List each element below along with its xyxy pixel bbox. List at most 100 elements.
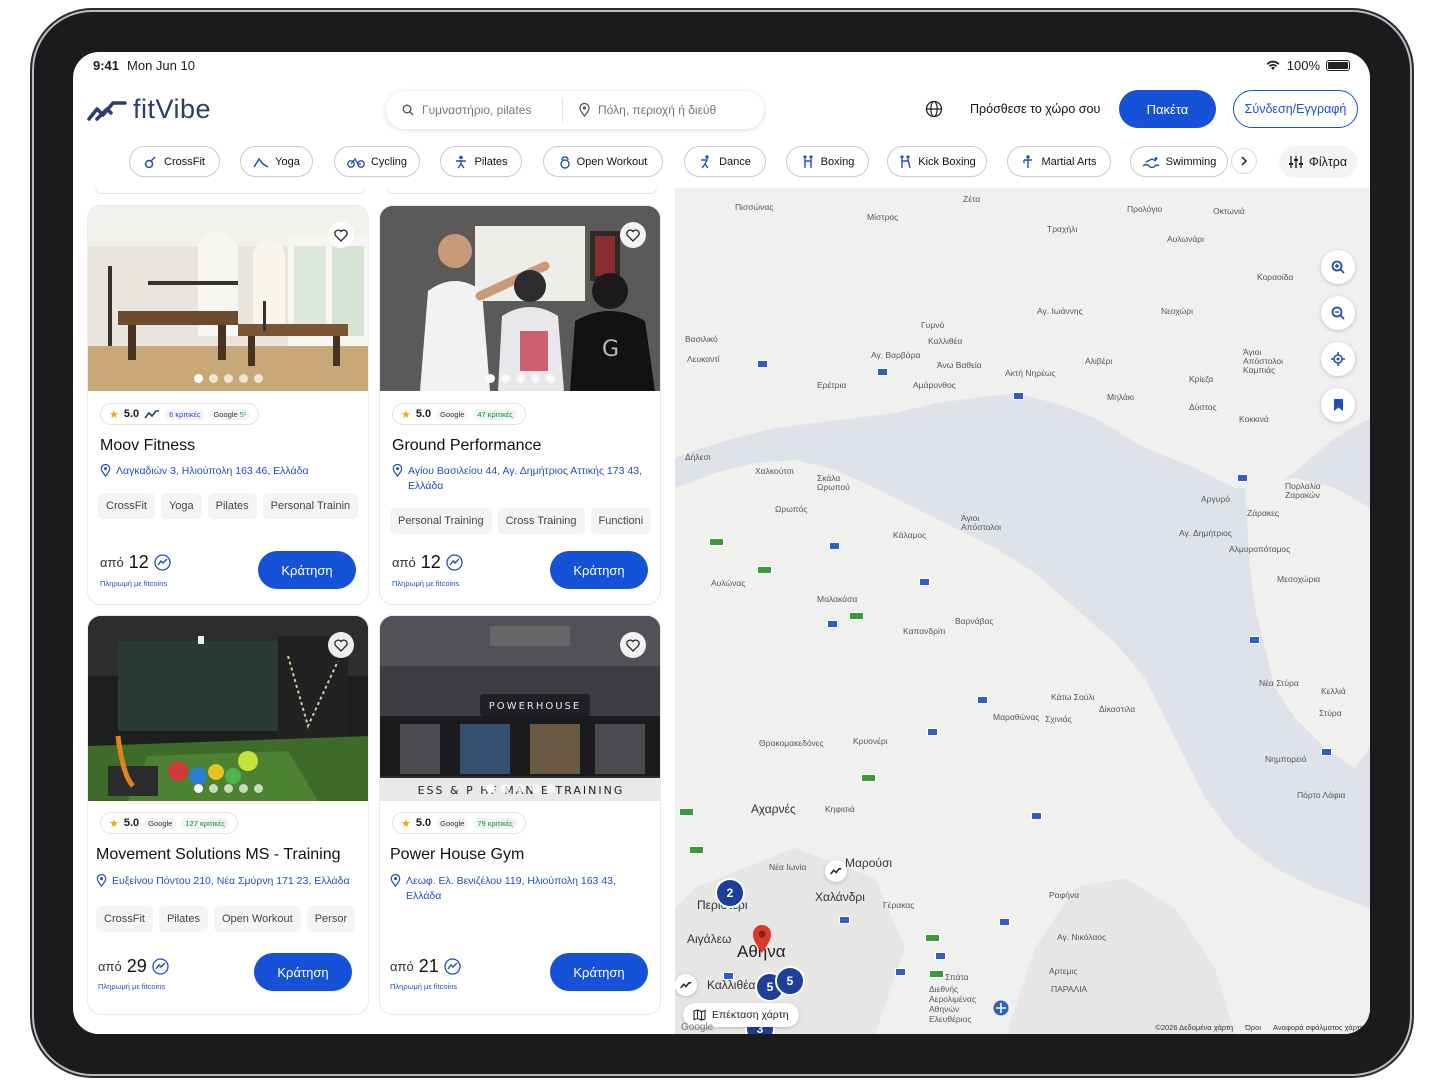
- listing-card[interactable]: ★ 5.0 Google 127 κριτικές Movement Solut…: [87, 615, 369, 1015]
- category-chip-crossfit[interactable]: CrossFit: [129, 146, 220, 177]
- logo[interactable]: fitVibe: [87, 94, 211, 125]
- listing-card[interactable]: G ★ 5.0 Google 47 κριτικές Ground Perfor…: [379, 205, 661, 605]
- categories-next-button[interactable]: [1231, 148, 1257, 174]
- photo-pagination[interactable]: [380, 374, 660, 383]
- location-pin-icon: [390, 874, 401, 887]
- google-label: Google: [213, 409, 238, 419]
- category-chip-open-workout[interactable]: Open Workout: [543, 146, 663, 177]
- category-label: Yoga: [275, 155, 300, 168]
- packages-button[interactable]: Πακέτα: [1119, 90, 1216, 128]
- category-chip-yoga[interactable]: Yoga: [240, 146, 313, 177]
- book-button[interactable]: Κράτηση: [550, 551, 648, 589]
- search-bar: [386, 91, 764, 129]
- my-location-button[interactable]: [1321, 342, 1355, 376]
- reviews-count: 47 κριτικές: [473, 408, 517, 420]
- rating-badge: ★ 5.0 Google 127 κριτικές: [100, 812, 238, 834]
- gym-search[interactable]: [386, 98, 563, 122]
- map-view[interactable]: Πισσώνας Μίστρος Ζέτα Προλόγιο Οκτωνιά Τ…: [675, 188, 1370, 1034]
- map-label: Βασιλικό: [685, 334, 718, 344]
- map-fitvibe-pin[interactable]: [675, 974, 697, 996]
- photo-pagination[interactable]: [88, 784, 368, 793]
- road-shield: [679, 808, 694, 816]
- favorite-button[interactable]: [328, 222, 354, 248]
- listings-panel: ★ 5.0 6 κριτικές Google 5¹ Moov Fitness …: [73, 188, 675, 1034]
- category-chip-kick-boxing[interactable]: Kick Boxing: [887, 146, 987, 177]
- listing-title[interactable]: Ground Performance: [392, 437, 541, 455]
- listing-address: Λαγκαδιών 3, Ηλιούπολη 163 46, Ελλάδα: [100, 464, 358, 479]
- map-terms-link[interactable]: Όροι: [1245, 1023, 1261, 1032]
- add-space-link[interactable]: Πρόσθεσε το χώρο σου: [970, 102, 1100, 116]
- zoom-in-button[interactable]: [1321, 250, 1355, 284]
- zoom-out-button[interactable]: [1321, 296, 1355, 330]
- rating-badge: ★ 5.0 Google 47 κριτικές: [392, 403, 526, 425]
- map-label: Διεθνής Αερολιμένας Αθηνών Ελευθέριος: [929, 984, 976, 1024]
- saved-places-button[interactable]: [1321, 388, 1355, 422]
- category-chip-pilates[interactable]: Pilates: [440, 146, 522, 177]
- map-label: Μεσοχώρια: [1277, 574, 1321, 584]
- category-chip-martial-arts[interactable]: Martial Arts: [1007, 146, 1111, 177]
- listing-title[interactable]: Power House Gym: [390, 846, 524, 864]
- favorite-button[interactable]: [328, 632, 354, 658]
- map-label: Ζάρακες: [1247, 508, 1279, 518]
- language-button[interactable]: [925, 100, 943, 123]
- reviews-count: 79 κριτικές: [473, 817, 517, 829]
- listing-card[interactable]: ★ 5.0 6 κριτικές Google 5¹ Moov Fitness …: [87, 205, 369, 605]
- filters-button[interactable]: Φίλτρα: [1279, 146, 1357, 178]
- search-icon: [402, 104, 414, 116]
- logo-mark-icon: [87, 100, 127, 121]
- map-report-link[interactable]: Αναφορά σφάλματος χάρτη: [1273, 1023, 1364, 1032]
- listing-photo[interactable]: [88, 616, 368, 801]
- listing-photo[interactable]: G: [380, 206, 660, 391]
- location-pin-icon: [579, 103, 590, 117]
- road-shield: [861, 774, 876, 782]
- tag: Functioni: [590, 508, 652, 534]
- book-button[interactable]: Κράτηση: [550, 953, 648, 991]
- location-marker-icon[interactable]: [751, 924, 773, 954]
- map-label: Κελλιά: [1321, 686, 1346, 696]
- photo-pagination[interactable]: [380, 784, 660, 793]
- category-chip-cycling[interactable]: Cycling: [334, 146, 420, 177]
- listing-title[interactable]: Movement Solutions MS - Training: [96, 846, 341, 864]
- favorite-button[interactable]: [620, 632, 646, 658]
- map-cluster-marker[interactable]: 2: [715, 878, 745, 908]
- google-score: 5¹: [239, 409, 247, 419]
- crosshair-icon: [1331, 352, 1345, 366]
- crossfit-icon: [144, 155, 156, 168]
- map-label: ΠΑΡΑΛΙΑ: [1051, 984, 1088, 994]
- category-chip-dance[interactable]: Dance: [684, 146, 766, 177]
- location-search[interactable]: [563, 91, 733, 129]
- map-label: Σχινιάς: [1045, 714, 1072, 724]
- listing-card[interactable]: POWERHOUSE ESS & P HF MAN E TRAINING ★ 5…: [379, 615, 661, 1015]
- category-label: Martial Arts: [1041, 155, 1097, 168]
- gym-search-input[interactable]: [422, 103, 557, 117]
- category-chip-swimming[interactable]: Swimming: [1130, 146, 1228, 177]
- map-label: Βαρνάβας: [955, 616, 994, 626]
- activity-tags: Personal Training Cross Training Functio…: [390, 508, 660, 534]
- location-pin-icon: [100, 464, 111, 477]
- book-button[interactable]: Κράτηση: [258, 551, 356, 589]
- listing-title[interactable]: Moov Fitness: [100, 437, 195, 455]
- category-chip-boxing[interactable]: Boxing: [786, 146, 869, 177]
- map-icon: [693, 1009, 706, 1021]
- map-label: Πορλαλία Ζαρακών: [1285, 481, 1321, 500]
- listing-price: από 12: [392, 552, 463, 573]
- category-label: CrossFit: [164, 155, 205, 168]
- road-shield: [929, 970, 944, 978]
- road-shield: [689, 846, 704, 854]
- location-pin-icon: [392, 464, 403, 477]
- login-button[interactable]: Σύνδεση/Εγγραφή: [1233, 90, 1358, 128]
- road-shield: [1249, 636, 1260, 644]
- location-search-input[interactable]: [598, 103, 733, 117]
- book-button[interactable]: Κράτηση: [254, 953, 352, 991]
- tag: Personal Trainin: [262, 493, 359, 519]
- heart-icon: [626, 228, 640, 242]
- chevron-right-icon: [1241, 156, 1248, 166]
- map-fitvibe-pin[interactable]: [825, 860, 847, 882]
- listing-photo[interactable]: [88, 206, 368, 391]
- pilates-icon: [456, 155, 467, 168]
- favorite-button[interactable]: [620, 222, 646, 248]
- category-label: Boxing: [820, 155, 855, 168]
- map-cluster-marker[interactable]: 5: [775, 966, 805, 996]
- photo-pagination[interactable]: [88, 374, 368, 383]
- listing-photo[interactable]: POWERHOUSE ESS & P HF MAN E TRAINING: [380, 616, 660, 801]
